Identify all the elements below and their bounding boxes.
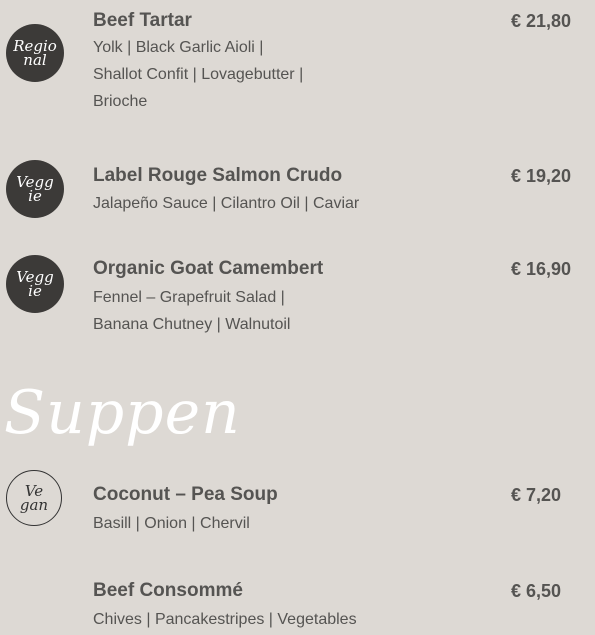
description-line: Brioche: [93, 93, 148, 110]
dish-name: Label Rouge Salmon Crudo: [93, 165, 343, 186]
section-title: Suppen: [4, 378, 241, 448]
description-line: Chives | Pancakestripes | Vegetables: [93, 611, 357, 628]
dish-price: € 7,20: [511, 485, 562, 505]
dish-name: Organic Goat Camembert: [93, 258, 324, 279]
description-line: Jalapeño Sauce | Cilantro Oil | Caviar: [93, 195, 360, 212]
dish-description: Jalapeño Sauce | Cilantro Oil | Caviar: [93, 190, 359, 217]
regional-badge-icon: Regio nal: [6, 24, 64, 82]
description-line: Fennel – Grapefruit Salad |: [93, 289, 285, 306]
dish-price: € 6,50: [511, 581, 562, 601]
dish-price: € 21,80: [511, 11, 572, 31]
dish-name: Beef Tartar: [93, 10, 192, 31]
dish-price: € 19,20: [511, 166, 572, 186]
badge-text-line2: gan: [19, 496, 49, 514]
dish-description: Yolk | Black Garlic Aioli | Shallot Conf…: [93, 34, 303, 115]
veggie-badge-icon: Vegg ie: [6, 255, 64, 313]
dish-name: Coconut – Pea Soup: [93, 484, 278, 505]
dish-description: Basill | Onion | Chervil: [93, 510, 250, 537]
description-line: Basill | Onion | Chervil: [93, 515, 250, 532]
badge-text-line2: nal: [23, 51, 47, 69]
description-line: Shallot Confit | Lovagebutter |: [93, 66, 304, 83]
badge-text-line2: ie: [28, 187, 42, 205]
dish-price: € 16,90: [511, 259, 572, 279]
dish-name: Beef Consommé: [93, 580, 243, 601]
badge-text-line2: ie: [28, 282, 42, 300]
dish-description: Fennel – Grapefruit Salad | Banana Chutn…: [93, 284, 290, 338]
description-line: Banana Chutney | Walnutoil: [93, 316, 291, 333]
veggie-badge-icon: Vegg ie: [6, 160, 64, 218]
description-line: Yolk | Black Garlic Aioli |: [93, 39, 264, 56]
dish-description: Chives | Pancakestripes | Vegetables: [93, 606, 357, 633]
vegan-badge-icon: Ve gan: [6, 470, 62, 526]
